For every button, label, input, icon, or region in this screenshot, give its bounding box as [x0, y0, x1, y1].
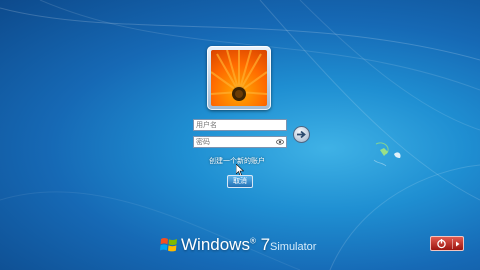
- brand-suffix: Simulator: [270, 241, 317, 253]
- password-field[interactable]: [193, 136, 287, 148]
- brand-name: Windows® 7: [181, 235, 270, 255]
- login-screen: 创建一个新的账户 取消 Windows® 7 Simulator: [0, 0, 480, 270]
- brand-product: Windows: [181, 235, 250, 254]
- bird-decoration: [373, 142, 401, 167]
- username-input[interactable]: [196, 120, 276, 130]
- registered-mark: ®: [249, 236, 256, 246]
- chevron-right-icon[interactable]: [455, 241, 461, 247]
- power-icon: [437, 239, 446, 249]
- arrow-right-icon: [297, 130, 306, 139]
- password-input[interactable]: [196, 137, 276, 147]
- show-password-icon[interactable]: [276, 138, 284, 146]
- power-button[interactable]: [430, 236, 464, 251]
- cancel-button[interactable]: 取消: [227, 175, 253, 188]
- windows-logo-icon: [160, 238, 177, 252]
- avatar-image: [211, 50, 267, 106]
- power-separator: [452, 239, 453, 249]
- brand-version: 7: [260, 235, 271, 254]
- user-avatar: [207, 46, 271, 110]
- username-field[interactable]: [193, 119, 287, 131]
- background-swoosh: [0, 0, 480, 270]
- submit-button[interactable]: [293, 126, 310, 143]
